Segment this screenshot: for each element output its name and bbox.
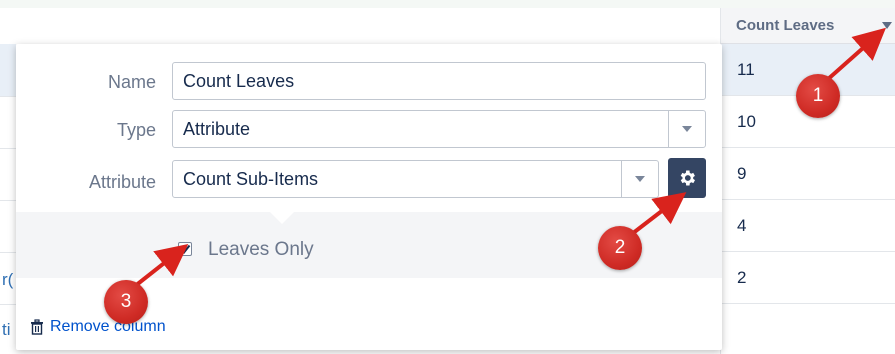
attribute-select-value: Count Sub-Items	[183, 168, 319, 189]
chevron-down-icon[interactable]	[621, 161, 658, 197]
name-field[interactable]: Count Leaves	[172, 62, 706, 100]
table-cell[interactable]: 4	[721, 200, 895, 252]
row-text-fragment[interactable]: ti	[2, 320, 11, 340]
row-divider	[0, 148, 16, 149]
attribute-label: Attribute	[88, 172, 156, 192]
type-label: Type	[116, 120, 156, 140]
column-header[interactable]: Count Leaves	[721, 8, 895, 44]
row-divider	[0, 96, 16, 97]
leaves-only-checkbox[interactable]	[178, 242, 192, 256]
gear-icon	[680, 170, 695, 186]
name-label: Name	[107, 72, 156, 92]
table-cell[interactable]: 2	[721, 252, 895, 304]
row-divider	[0, 252, 16, 253]
column-menu-caret-icon[interactable]	[882, 22, 892, 29]
chevron-down-icon[interactable]	[668, 111, 705, 147]
selected-row-strip	[0, 44, 16, 96]
annotation-badge: 1	[796, 74, 840, 118]
count-leaves-column: Count Leaves 11 10 9 4 2	[720, 8, 895, 354]
left-table-strip: r( ti	[0, 44, 16, 354]
column-header-title: Count Leaves	[736, 17, 835, 34]
type-select-value: Attribute	[183, 118, 251, 139]
top-bar	[0, 0, 895, 8]
leaves-only-label[interactable]: Leaves Only	[208, 239, 314, 261]
panel-pointer	[270, 212, 294, 224]
row-text-fragment[interactable]: r(	[2, 270, 13, 290]
table-cell[interactable]: 9	[721, 148, 895, 200]
attribute-select[interactable]: Count Sub-Items	[172, 160, 659, 198]
annotation-badge: 2	[598, 226, 642, 270]
check-icon	[180, 244, 191, 255]
remove-column-link[interactable]: Remove column	[30, 318, 166, 336]
attribute-settings-button[interactable]	[668, 158, 706, 198]
name-field-value: Count Leaves	[183, 70, 295, 91]
row-divider	[0, 304, 16, 305]
remove-column-label: Remove column	[50, 318, 166, 335]
row-divider	[0, 200, 16, 201]
annotation-badge: 3	[104, 280, 148, 324]
trash-icon	[30, 319, 44, 335]
type-select[interactable]: Attribute	[172, 110, 706, 148]
